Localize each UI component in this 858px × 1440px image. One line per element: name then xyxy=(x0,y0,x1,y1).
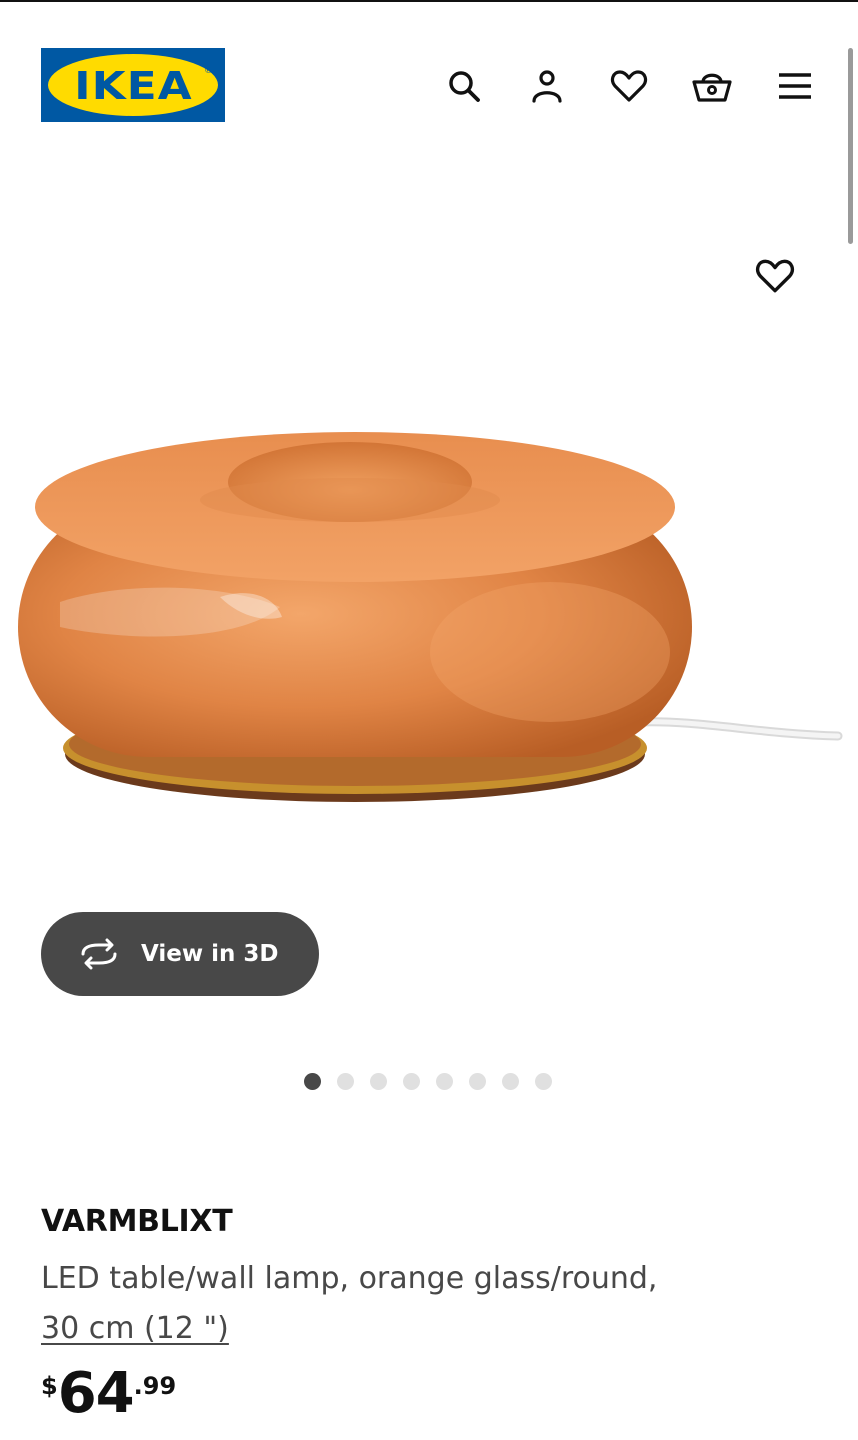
basket-icon xyxy=(692,73,732,102)
favourites-button[interactable] xyxy=(607,64,651,108)
gallery-dot-6[interactable] xyxy=(469,1073,486,1090)
logo-registered-mark: ® xyxy=(204,66,213,76)
product-price: $ 64 .99 xyxy=(41,1362,176,1426)
add-to-favourites-button[interactable] xyxy=(751,252,799,300)
product-image[interactable] xyxy=(0,402,858,842)
heart-icon xyxy=(755,259,795,293)
menu-icon xyxy=(779,73,811,99)
product-name: VARMBLIXT xyxy=(41,1204,233,1239)
account-icon xyxy=(532,70,562,103)
price-integer: 64 xyxy=(57,1361,135,1426)
view-in-3d-button[interactable]: View in 3D xyxy=(41,912,319,996)
gallery-dot-1[interactable] xyxy=(304,1073,321,1090)
gallery-dot-4[interactable] xyxy=(403,1073,420,1090)
logo-text: IKEA xyxy=(73,64,193,108)
product-description-block: LED table/wall lamp, orange glass/round,… xyxy=(41,1254,741,1354)
gallery-pagination xyxy=(304,1073,552,1090)
ikea-logo[interactable]: IKEA ® xyxy=(41,48,225,122)
account-button[interactable] xyxy=(525,64,569,108)
gallery-dot-2[interactable] xyxy=(337,1073,354,1090)
rotate-3d-icon xyxy=(81,938,117,970)
gallery-dot-5[interactable] xyxy=(436,1073,453,1090)
view-in-3d-label: View in 3D xyxy=(141,941,279,967)
basket-button[interactable] xyxy=(690,64,734,108)
price-decimal: .99 xyxy=(133,1372,177,1400)
gallery-dot-3[interactable] xyxy=(370,1073,387,1090)
search-button[interactable] xyxy=(442,64,486,108)
search-icon xyxy=(449,71,480,102)
menu-button[interactable] xyxy=(773,64,817,108)
product-description: LED table/wall lamp, orange glass/round, xyxy=(41,1261,658,1296)
gallery-dot-7[interactable] xyxy=(502,1073,519,1090)
page-scrollbar[interactable] xyxy=(848,48,853,244)
logo-ellipse: IKEA xyxy=(48,54,218,116)
price-currency: $ xyxy=(41,1372,58,1400)
product-size-link[interactable]: 30 cm (12 ") xyxy=(41,1311,229,1346)
gallery-dot-8[interactable] xyxy=(535,1073,552,1090)
heart-icon xyxy=(610,70,648,102)
